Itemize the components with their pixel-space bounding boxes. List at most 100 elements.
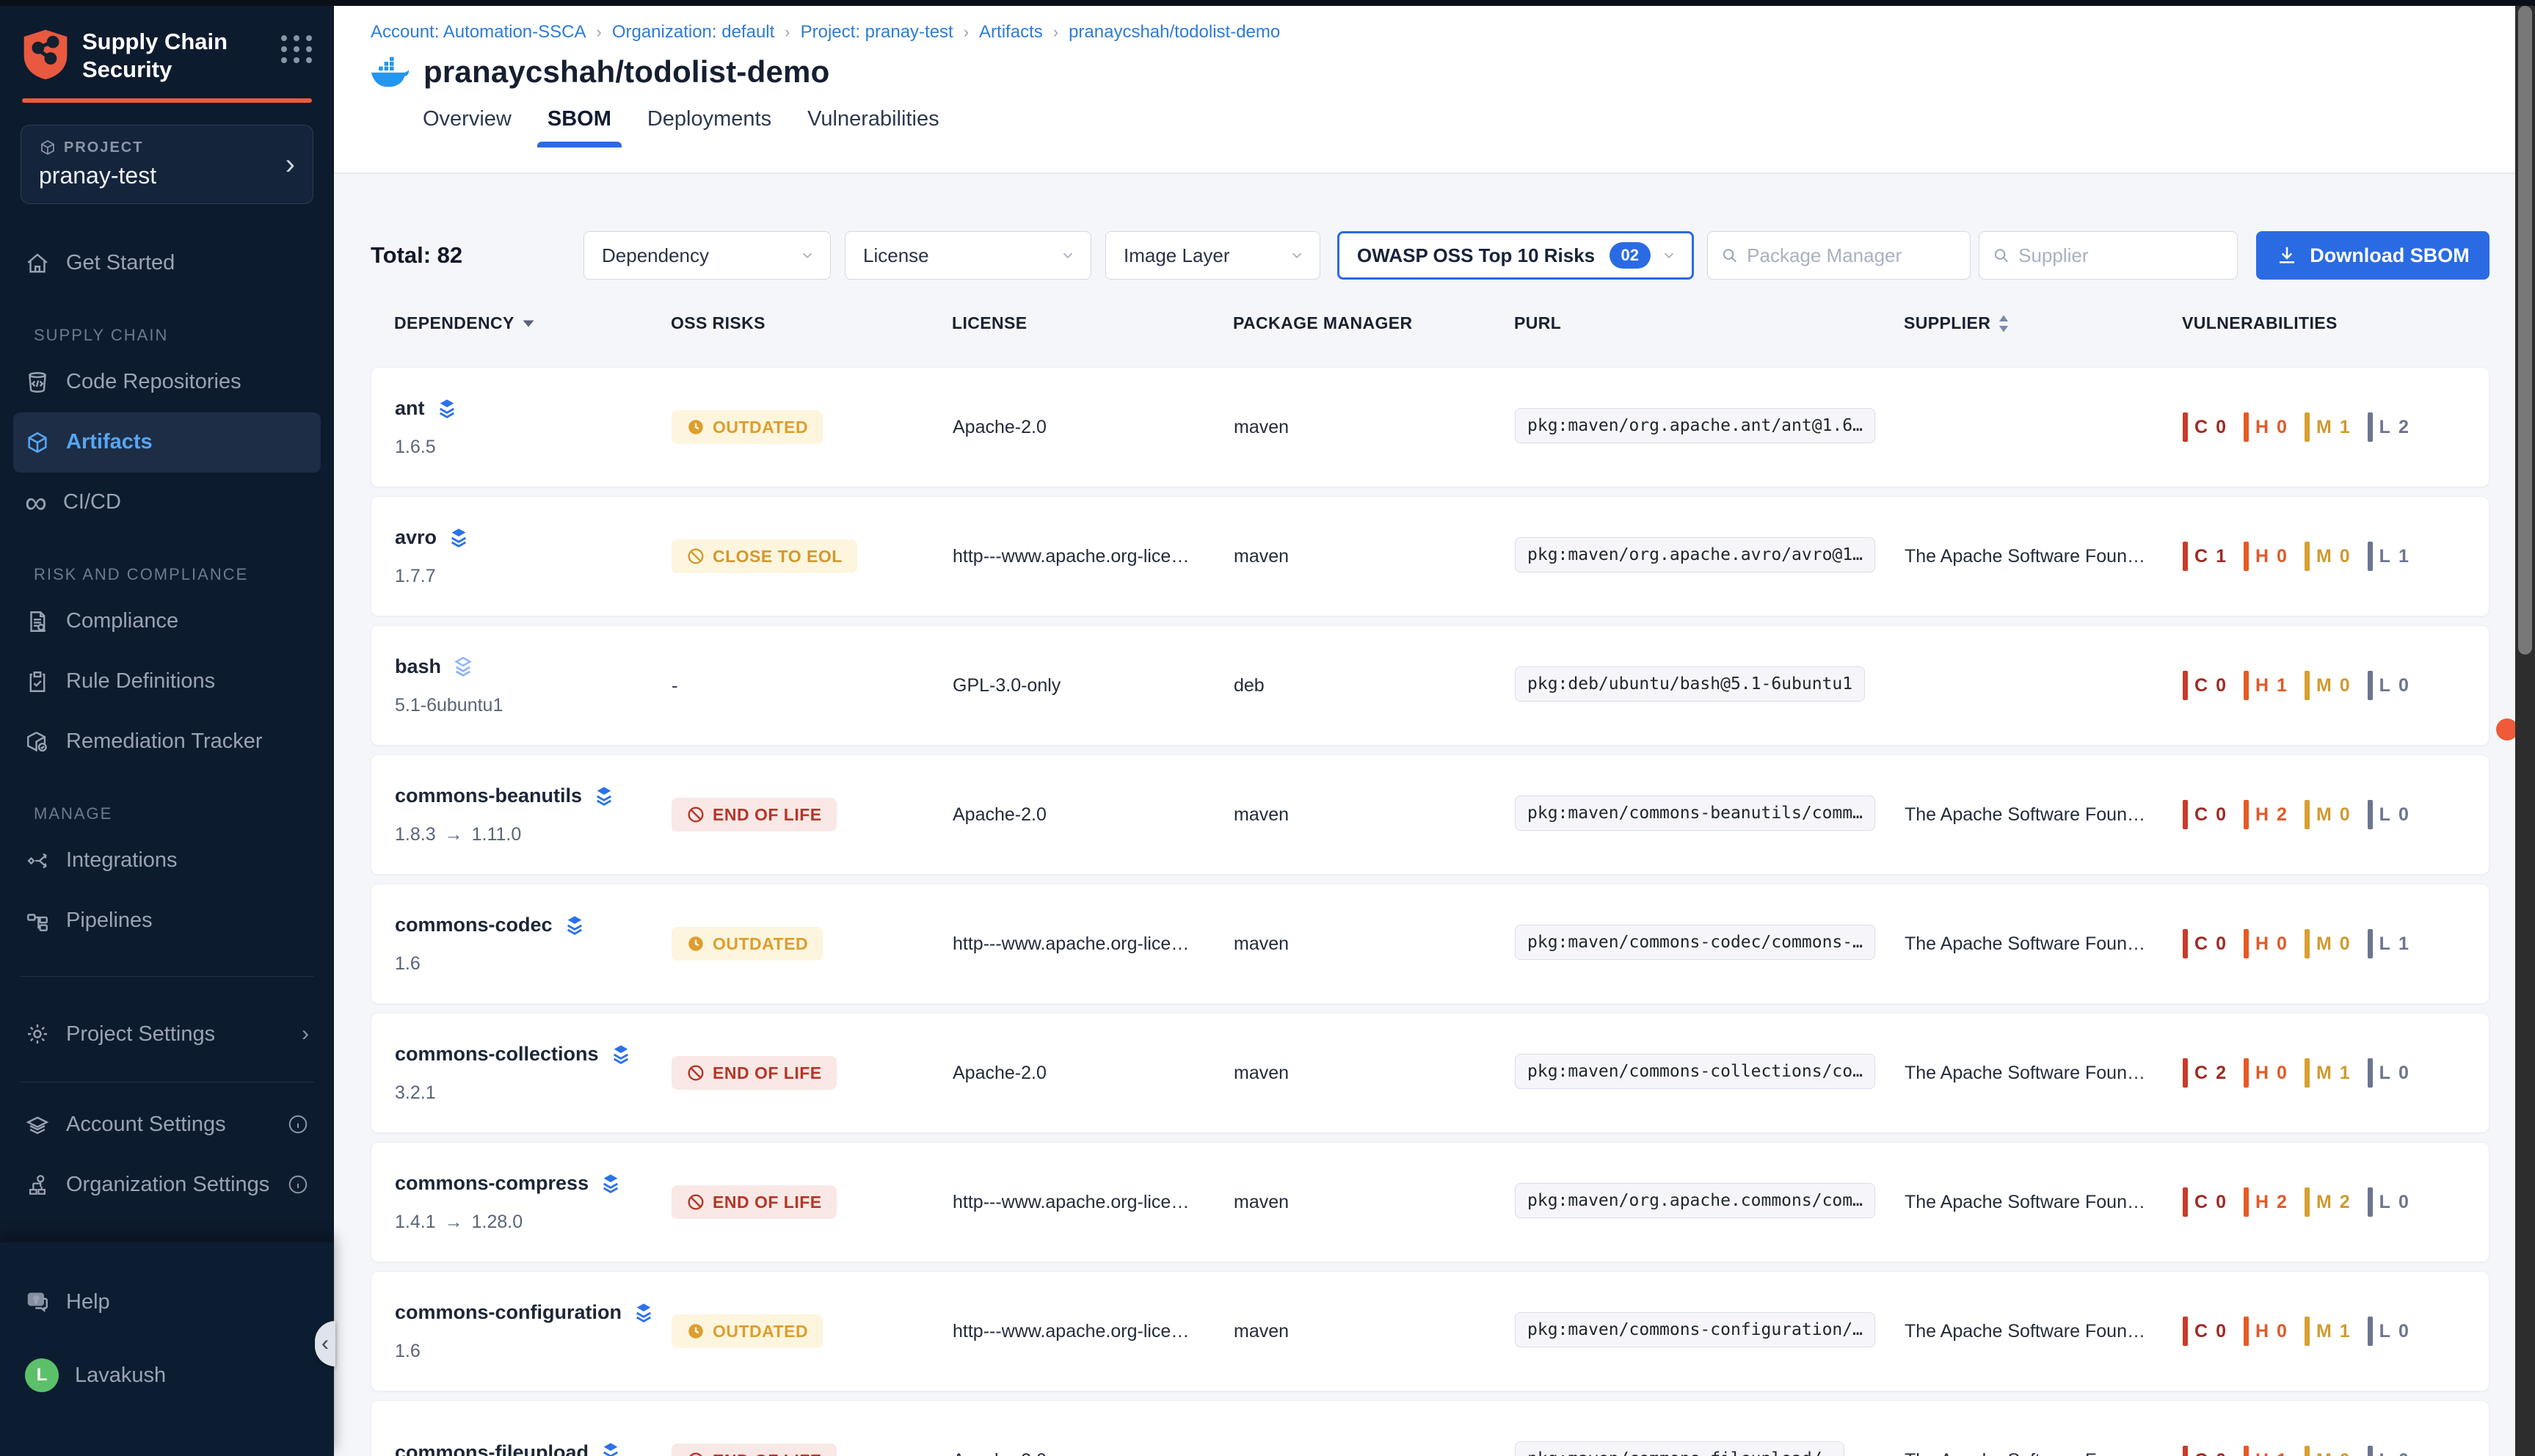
sidebar-item-artifacts[interactable]: Artifacts bbox=[13, 412, 321, 473]
sidebar-item-get-started[interactable]: Get Started bbox=[13, 233, 321, 294]
sidebar-item-remediation-tracker[interactable]: Remediation Tracker bbox=[13, 712, 321, 772]
package-manager-search[interactable] bbox=[1707, 231, 1971, 280]
oss-risk-cell: OUTDATED - bbox=[672, 1314, 953, 1348]
purl-chip[interactable]: pkg:maven/commons-configuration/… bbox=[1515, 1312, 1875, 1347]
sidebar-item-pipelines[interactable]: Pipelines bbox=[13, 891, 321, 951]
dependency-version: 1.6 → bbox=[395, 953, 672, 975]
severity-count-L: L1 bbox=[2368, 929, 2409, 958]
oss-risk-badge: OUTDATED bbox=[672, 410, 823, 444]
dependency-filter-dropdown[interactable]: Dependency bbox=[583, 231, 831, 280]
sidebar-item-code-repositories[interactable]: Code Repositories bbox=[13, 352, 321, 412]
ban-icon bbox=[686, 1063, 705, 1082]
severity-count-M: M0 bbox=[2305, 800, 2350, 829]
table-header: DEPENDENCY OSS RISKS LICENSE PACKAGE MAN… bbox=[371, 313, 2489, 333]
dependency-version: 1.7.7 → bbox=[395, 566, 672, 587]
filter-bar: Total: 82 Dependency License Image Layer… bbox=[371, 231, 2489, 280]
total-count: Total: 82 bbox=[371, 242, 583, 269]
table-row[interactable]: commons-codec 1.6 → OUTDATED - http--- bbox=[371, 884, 2489, 1004]
vulnerabilities-cell: C1H0M0L1 bbox=[2183, 542, 2490, 571]
layers-icon bbox=[447, 526, 470, 550]
download-icon bbox=[2276, 244, 2298, 266]
chevron-right-icon: › bbox=[302, 1022, 309, 1046]
project-selector[interactable]: PROJECT pranay-test › bbox=[21, 125, 313, 204]
upgrade-arrow-icon: → bbox=[445, 1212, 463, 1233]
sidebar-item-project-settings[interactable]: Project Settings › bbox=[13, 1004, 321, 1064]
remediation-tracker-icon bbox=[25, 729, 50, 754]
sidebar-item-integrations[interactable]: Integrations bbox=[13, 831, 321, 891]
tab-overview[interactable]: Overview bbox=[423, 107, 512, 148]
organization-settings-icon bbox=[25, 1172, 50, 1197]
project-cube-icon bbox=[39, 139, 57, 156]
table-row[interactable]: ant 1.6.5 → OUTDATED - Apache-2.0 bbox=[371, 367, 2489, 487]
help-chat-icon: ? bbox=[25, 1289, 50, 1314]
column-header-dependency[interactable]: DEPENDENCY bbox=[394, 313, 671, 333]
dependency-cell: commons-codec 1.6 → bbox=[395, 914, 672, 975]
breadcrumb-artifacts[interactable]: Artifacts bbox=[979, 22, 1043, 43]
scrollbar[interactable] bbox=[2515, 0, 2535, 1456]
info-icon[interactable] bbox=[287, 1173, 309, 1195]
sidebar-item-organization-settings[interactable]: Organization Settings bbox=[13, 1154, 321, 1215]
license-cell: http---www.apache.org-lice… bbox=[953, 933, 1234, 955]
user-menu[interactable]: L Lavakush bbox=[13, 1345, 321, 1405]
sidebar-item-cicd[interactable]: ∞ CI/CD bbox=[13, 473, 321, 533]
supplier-search-input[interactable] bbox=[2018, 244, 2224, 267]
oss-risk-cell: END OF LIFE - bbox=[672, 1185, 953, 1219]
purl-cell: pkg:maven/org.apache.ant/ant@1.6… bbox=[1515, 408, 1905, 447]
chevron-right-icon: › bbox=[285, 150, 295, 179]
sidebar-item-label: Get Started bbox=[66, 251, 175, 275]
supplier-cell: The Apache Software Foun… bbox=[1905, 1192, 2183, 1213]
info-icon[interactable] bbox=[287, 1113, 309, 1135]
purl-chip[interactable]: pkg:maven/org.apache.commons/com… bbox=[1515, 1183, 1875, 1218]
table-row[interactable]: commons-configuration 1.6 → OUTDATED - bbox=[371, 1271, 2489, 1391]
sidebar-item-compliance[interactable]: Compliance bbox=[13, 592, 321, 652]
table-row[interactable]: bash 5.1-6ubuntu1 → - GPL-3.0-only bbox=[371, 625, 2489, 746]
table-row[interactable]: commons-collections 3.2.1 → END OF LIFE … bbox=[371, 1013, 2489, 1133]
sbom-table-body: ant 1.6.5 → OUTDATED - Apache-2.0 bbox=[371, 367, 2489, 1456]
purl-chip[interactable]: pkg:maven/org.apache.avro/avro@1… bbox=[1515, 537, 1875, 572]
package-manager-cell: maven bbox=[1234, 933, 1515, 955]
column-header-supplier[interactable]: SUPPLIER bbox=[1904, 313, 2182, 333]
sidebar-item-account-settings[interactable]: Account Settings bbox=[13, 1094, 321, 1154]
oss-risk-cell: OUTDATED - bbox=[672, 927, 953, 961]
owasp-oss-risks-filter-dropdown[interactable]: OWASP OSS Top 10 Risks 02 bbox=[1337, 231, 1694, 280]
purl-chip[interactable]: pkg:maven/commons-fileupload/… bbox=[1515, 1441, 1844, 1456]
sidebar-item-label: Organization Settings bbox=[66, 1173, 269, 1197]
chevron-down-icon bbox=[1060, 247, 1076, 263]
tab-sbom[interactable]: SBOM bbox=[548, 107, 611, 148]
purl-chip[interactable]: pkg:maven/commons-beanutils/comm… bbox=[1515, 796, 1875, 831]
oss-risk-cell: END OF LIFE - bbox=[672, 798, 953, 831]
table-row[interactable]: commons-fileupload → END OF LIFE - Ap bbox=[371, 1400, 2489, 1456]
purl-chip[interactable]: pkg:maven/commons-codec/commons-… bbox=[1515, 925, 1875, 960]
table-row[interactable]: commons-beanutils 1.8.3 → 1.11.0 END OF … bbox=[371, 754, 2489, 875]
tab-vulnerabilities[interactable]: Vulnerabilities bbox=[807, 107, 939, 148]
table-row[interactable]: commons-compress 1.4.1 → 1.28.0 END OF L… bbox=[371, 1142, 2489, 1262]
breadcrumb-organization[interactable]: Organization: default bbox=[612, 22, 774, 43]
breadcrumb-project[interactable]: Project: pranay-test bbox=[801, 22, 953, 43]
sidebar-item-rule-definitions[interactable]: Rule Definitions bbox=[13, 652, 321, 712]
scrollbar-thumb[interactable] bbox=[2518, 6, 2532, 655]
purl-chip[interactable]: pkg:deb/ubuntu/bash@5.1-6ubuntu1 bbox=[1515, 666, 1865, 702]
tab-deployments[interactable]: Deployments bbox=[647, 107, 771, 148]
purl-cell: pkg:maven/org.apache.commons/com… bbox=[1515, 1183, 1905, 1222]
account-settings-layers-icon bbox=[25, 1112, 50, 1137]
table-row[interactable]: avro 1.7.7 → CLOSE TO EOL - http---www bbox=[371, 496, 2489, 616]
sidebar-item-label: Artifacts bbox=[66, 430, 153, 454]
package-manager-search-input[interactable] bbox=[1747, 244, 1957, 267]
supplier-cell: The Apache Software Foun… bbox=[1905, 1321, 2183, 1342]
purl-chip[interactable]: pkg:maven/org.apache.ant/ant@1.6… bbox=[1515, 408, 1875, 443]
project-label: PROJECT bbox=[64, 139, 143, 156]
user-name: Lavakush bbox=[75, 1364, 166, 1388]
app-switcher-icon[interactable] bbox=[281, 35, 313, 63]
dependency-version: 1.8.3 → 1.11.0 bbox=[395, 824, 672, 845]
license-filter-dropdown[interactable]: License bbox=[845, 231, 1091, 280]
breadcrumb-artifact-name[interactable]: pranaycshah/todolist-demo bbox=[1069, 22, 1280, 43]
severity-count-M: M0 bbox=[2305, 1446, 2350, 1456]
supplier-search[interactable] bbox=[1979, 231, 2238, 280]
sidebar-item-help[interactable]: ? Help bbox=[13, 1272, 321, 1332]
breadcrumb-account[interactable]: Account: Automation-SSCA bbox=[371, 22, 586, 43]
dependency-cell: commons-collections 3.2.1 → bbox=[395, 1043, 672, 1104]
severity-count-M: M1 bbox=[2305, 1317, 2350, 1346]
image-layer-filter-dropdown[interactable]: Image Layer bbox=[1105, 231, 1320, 280]
download-sbom-button[interactable]: Download SBOM bbox=[2256, 231, 2489, 280]
purl-chip[interactable]: pkg:maven/commons-collections/co… bbox=[1515, 1054, 1875, 1089]
